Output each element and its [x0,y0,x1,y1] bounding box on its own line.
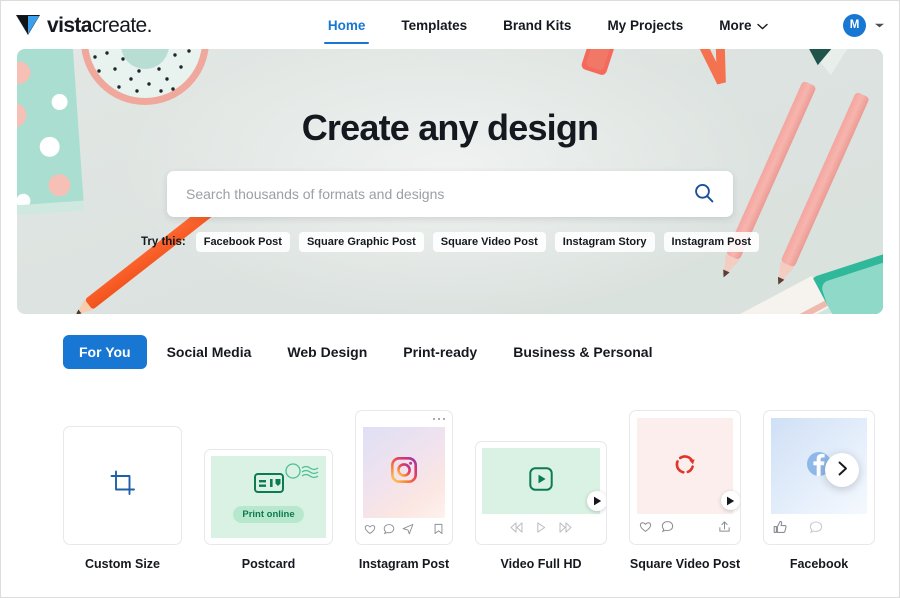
fast-forward-icon[interactable] [559,520,572,538]
play-button[interactable] [721,491,740,510]
postcard-icon [253,472,284,499]
chevron-down-icon [757,18,769,33]
format-card-label: Postcard [241,557,296,571]
postcard-artwork: Print online [211,456,326,538]
format-card-custom-size[interactable]: Custom Size [63,426,182,571]
nav-item-more[interactable]: More [701,1,786,49]
site-header: vistacreate. Home Templates Brand Kits M… [1,1,899,49]
search-bar[interactable] [167,171,733,217]
search-icon [693,182,715,207]
format-card-facebook[interactable]: Facebook [763,410,875,571]
search-input[interactable] [184,185,691,203]
logo-wordmark-regular: create. [91,13,153,37]
share-upload-icon[interactable] [718,520,731,538]
bookmark-icon[interactable] [433,522,444,540]
play-icon[interactable] [536,520,546,538]
nav-item-more-label: More [719,17,752,33]
format-card-video-full-hd[interactable]: Video Full HD [475,441,607,571]
heart-icon[interactable] [364,522,376,540]
main-navigation: Home Templates Brand Kits My Projects Mo… [310,1,787,49]
card-thumbnail [629,410,741,545]
instagram-image-area [363,427,445,518]
square-video-preview-area [637,418,740,514]
search-button[interactable] [691,182,717,207]
print-online-badge: Print online [233,505,304,523]
nav-item-home-label: Home [327,17,366,33]
card-thumbnail [475,441,607,545]
card-thumbnail [63,426,182,545]
card-thumbnail: Print online [204,449,333,545]
suggestion-chip-instagram-post[interactable]: Instagram Post [663,232,759,252]
play-square-icon [529,466,553,496]
vistacreate-logo[interactable]: vistacreate. [15,14,152,36]
comment-icon[interactable] [809,520,823,539]
instagram-header [356,411,452,427]
suggestion-chip-instagram-story[interactable]: Instagram Story [554,232,655,252]
header-account-area: M [843,1,885,49]
tab-print-ready[interactable]: Print-ready [387,335,493,369]
nav-item-templates-label: Templates [401,17,468,33]
tab-social-media[interactable]: Social Media [151,335,268,369]
video-preview-area [482,448,606,514]
facebook-actions [764,514,874,544]
carousel-next-button[interactable] [825,453,859,487]
mail-squiggle-icon [284,461,320,488]
card-thumbnail [763,410,875,545]
more-options-icon [432,417,445,421]
heart-icon[interactable] [639,520,652,538]
instagram-icon [390,456,417,488]
try-this-row: Try this: Facebook Post Square Graphic P… [141,232,759,252]
crop-icon [109,469,137,502]
like-thumb-icon[interactable] [773,520,787,539]
format-card-carousel: Custom Size Print online Postcard Instag… [1,391,899,571]
suggestion-chip-square-video-post[interactable]: Square Video Post [432,232,546,252]
circular-arrow-icon [673,452,697,481]
format-card-label: Video Full HD [500,557,582,571]
category-tabs: For You Social Media Web Design Print-re… [1,314,899,369]
logo-wordmark-bold: vista [47,13,92,37]
avatar[interactable]: M [843,13,866,37]
hero-content: Create any design Try this: Facebook Pos… [17,49,883,314]
try-this-label: Try this: [140,236,186,248]
page-title: Create any design [301,107,599,148]
tab-business-personal[interactable]: Business & Personal [497,335,668,369]
format-card-label: Facebook [789,557,849,571]
comment-icon[interactable] [383,522,395,540]
avatar-initial: M [849,19,860,31]
comment-icon[interactable] [661,520,674,538]
play-button[interactable] [587,491,606,511]
account-chevron-down-icon[interactable] [874,22,885,29]
nav-item-home[interactable]: Home [310,1,384,49]
format-card-square-video-post[interactable]: Square Video Post [629,410,741,571]
format-card-postcard[interactable]: Print online Postcard [204,449,333,571]
hero-banner: Create any design Try this: Facebook Pos… [17,49,883,314]
video-controls [482,514,600,544]
vistacreate-triangle-logo-icon [15,14,41,36]
suggestion-chip-square-graphic-post[interactable]: Square Graphic Post [298,232,424,252]
vistacreate-home-page: vistacreate. Home Templates Brand Kits M… [0,0,900,598]
format-card-label: Custom Size [84,557,160,571]
tab-web-design[interactable]: Web Design [271,335,383,369]
format-card-label: Instagram Post [358,557,450,571]
nav-item-templates[interactable]: Templates [383,1,485,49]
share-icon[interactable] [402,522,414,540]
logo-wordmark: vistacreate. [47,15,152,36]
nav-item-my-projects[interactable]: My Projects [589,1,701,49]
rewind-icon[interactable] [510,520,523,538]
square-video-actions [630,514,740,544]
nav-item-brand-kits[interactable]: Brand Kits [485,1,589,49]
instagram-actions [356,518,452,544]
nav-item-my-projects-label: My Projects [607,17,684,33]
card-thumbnail [355,410,453,545]
nav-item-brand-kits-label: Brand Kits [503,17,572,33]
tab-for-you[interactable]: For You [63,335,147,369]
format-card-label: Square Video Post [629,557,741,571]
next-arrow-icon [835,461,850,479]
format-card-instagram-post[interactable]: Instagram Post [355,410,453,571]
suggestion-chip-facebook-post[interactable]: Facebook Post [195,232,290,252]
